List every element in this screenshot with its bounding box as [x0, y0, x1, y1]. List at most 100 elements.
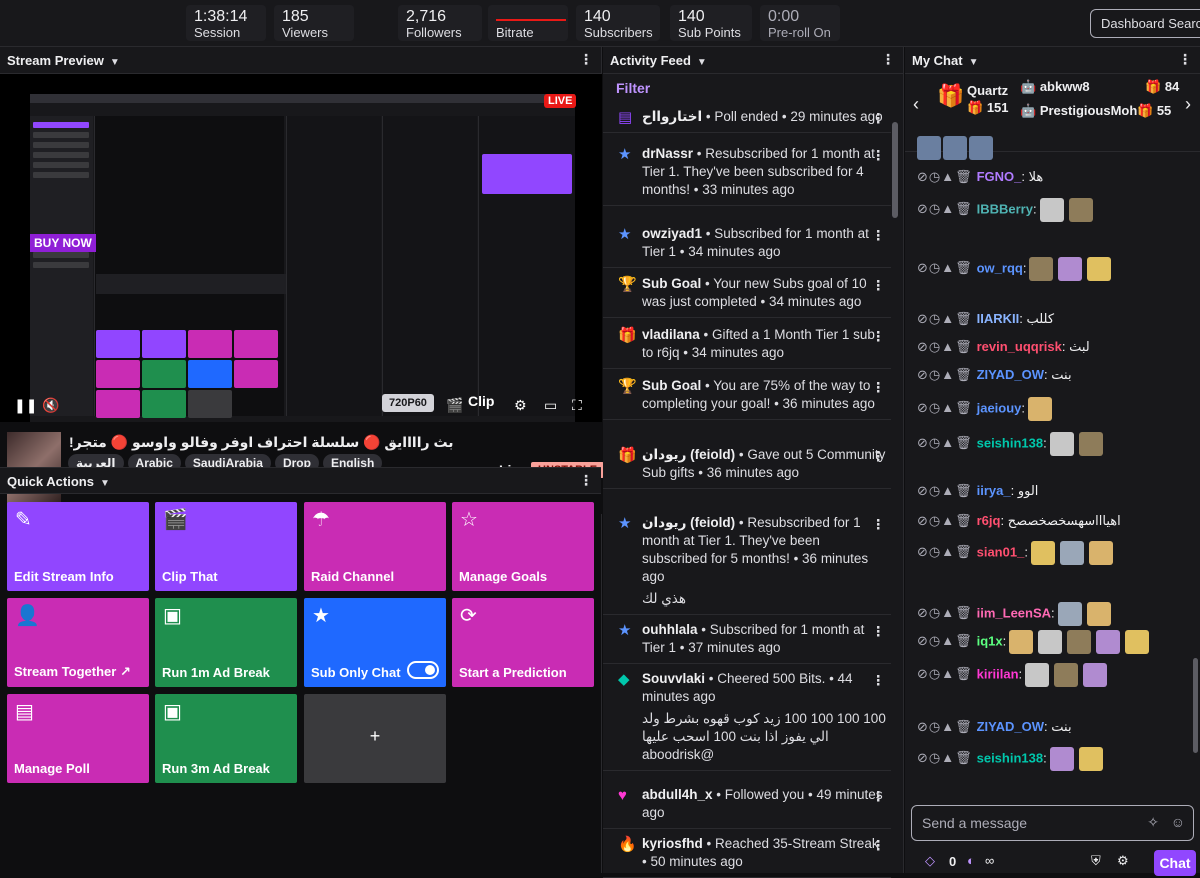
feed-username[interactable]: owziyad1 [642, 226, 702, 241]
chat-username[interactable]: sian01_ [977, 544, 1025, 559]
feed-scrollbar[interactable] [892, 122, 898, 218]
mod-actions-icons[interactable]: ⊘◷▲🗑 [917, 719, 973, 734]
mod-actions-icons[interactable]: ⊘◷▲🗑 [917, 169, 973, 184]
mod-actions-icons[interactable]: ⊘◷▲🗑 [917, 311, 973, 326]
filter-button[interactable]: Filter [616, 80, 650, 96]
settings-gear-icon[interactable]: ⚙ [514, 397, 527, 414]
more-options-icon[interactable]: ⋮ [872, 672, 886, 690]
fullscreen-icon[interactable]: ⛶ [572, 397, 582, 414]
manage-goals-button[interactable]: ☆ Manage Goals [452, 502, 594, 591]
feed-username[interactable]: drNassr [642, 146, 693, 161]
cast-icon[interactable]: ▭ [544, 397, 557, 414]
chat-username[interactable]: IBBBerry [977, 201, 1033, 216]
chat-message[interactable]: ⊘◷▲🗑 IBBBerry: [917, 198, 1095, 222]
feed-username[interactable]: abdull4h_x [642, 787, 713, 802]
resolution-badge[interactable]: 720P60 [382, 394, 434, 412]
feed-username[interactable]: ouhhlala [642, 622, 698, 637]
more-options-icon[interactable]: ⋮ [872, 788, 886, 806]
add-quick-action-button[interactable]: + [304, 694, 446, 783]
chevron-left-icon[interactable]: ‹ [913, 94, 919, 115]
feed-item[interactable]: 🏆 Sub Goal • You are 75% of the way to co… [603, 371, 891, 420]
chat-message[interactable]: ⊘◷▲🗑 r6jq: اهياااسهسخصخصصح [917, 513, 1121, 529]
emote-picker-icon[interactable]: ☺ [1171, 814, 1185, 830]
chat-message[interactable]: ⊘◷▲🗑 ow_rqq: [917, 257, 1113, 281]
more-options-icon[interactable]: ⋮ [872, 837, 886, 855]
mod-actions-icons[interactable]: ⊘◷▲🗑 [917, 544, 973, 559]
more-options-icon[interactable]: ⋮ [872, 328, 886, 346]
chevron-down-icon[interactable]: ▼ [697, 57, 707, 68]
sub-only-toggle[interactable] [407, 661, 439, 679]
chat-username[interactable]: seishin138 [977, 435, 1044, 450]
mod-actions-icons[interactable]: ⊘◷▲🗑 [917, 201, 973, 216]
mod-actions-icons[interactable]: ⊘◷▲🗑 [917, 367, 973, 382]
more-options-icon[interactable]: ⋮ [579, 472, 593, 489]
more-options-icon[interactable]: ⋮ [872, 379, 886, 397]
chat-message[interactable]: ⊘◷▲🗑 revin_uqqrisk: لبث [917, 339, 1090, 355]
mod-actions-icons[interactable]: ⊘◷▲🗑 [917, 666, 973, 681]
chat-username[interactable]: seishin138 [977, 750, 1044, 765]
chat-username[interactable]: iq1x [977, 633, 1003, 648]
more-options-icon[interactable]: ⋮ [872, 277, 886, 295]
chat-message[interactable]: ⊘◷▲🗑 seishin138: [917, 432, 1105, 456]
more-options-icon[interactable]: ⋮ [872, 110, 886, 128]
clip-that-button[interactable]: 🎬 Clip That [155, 502, 297, 591]
chat-message[interactable]: ⊘◷▲🗑 seishin138: [917, 747, 1105, 771]
more-options-icon[interactable]: ⋮ [872, 227, 886, 245]
clip-button[interactable]: Clip [468, 393, 494, 409]
shield-icon[interactable]: ⛨ [1091, 853, 1101, 869]
feed-item[interactable]: ★ ouhhlala • Subscribed for 1 month at Ti… [603, 615, 891, 664]
more-options-icon[interactable]: ⋮ [881, 51, 895, 68]
mod-actions-icons[interactable]: ⊘◷▲🗑 [917, 260, 973, 275]
channel-points-icon[interactable]: ◐ [967, 853, 975, 868]
feed-username[interactable]: vladilana [642, 327, 700, 342]
chat-input[interactable]: Send a message ✧ ☺ [911, 805, 1194, 841]
mod-actions-icons[interactable]: ⊘◷▲🗑 [917, 513, 973, 528]
raid-channel-button[interactable]: ☂ Raid Channel [304, 502, 446, 591]
chat-message[interactable]: ⊘◷▲🗑 iirya_: الوو [917, 483, 1038, 499]
chat-send-button[interactable]: Chat [1154, 850, 1196, 876]
feed-item[interactable]: 🎁 ريودان (feiold) • Gave out 5 Community … [603, 440, 891, 489]
chat-username[interactable]: ZIYAD_OW [977, 367, 1044, 382]
chat-message[interactable]: ⊘◷▲🗑 IIARKII: كللب [917, 311, 1054, 327]
feed-username[interactable]: Sub Goal [642, 276, 701, 291]
gifter-1[interactable]: Quartz [967, 83, 1008, 98]
gifter-3[interactable]: 🤖 PrestigiousMoh [1020, 103, 1137, 119]
chat-username[interactable]: ow_rqq [977, 260, 1023, 275]
run-1m-ad-button[interactable]: ▣ Run 1m Ad Break [155, 598, 297, 687]
feed-item[interactable]: ★ ريودان (feiold) • Resubscribed for 1 mo… [603, 508, 891, 615]
feed-username[interactable]: اختاروااح [642, 109, 702, 124]
chevron-down-icon[interactable]: ▼ [969, 57, 979, 68]
chat-message[interactable]: ⊘◷▲🗑 iim_LeenSA: [917, 602, 1113, 626]
feed-item[interactable]: ★ owziyad1 • Subscribed for 1 month at Ti… [603, 219, 891, 268]
start-prediction-button[interactable]: ⟳ Start a Prediction [452, 598, 594, 687]
more-options-icon[interactable]: ⋮ [872, 448, 886, 466]
feed-username[interactable]: Souvvlaki [642, 671, 705, 686]
feed-item[interactable]: ♥ abdull4h_x • Followed you • 49 minutes … [603, 780, 891, 829]
chat-username[interactable]: r6jq [977, 513, 1001, 528]
feed-item[interactable]: ◆ Souvvlaki • Cheered 500 Bits. • 44 minu… [603, 664, 891, 771]
chevron-down-icon[interactable]: ▼ [100, 478, 110, 489]
chat-username[interactable]: kiriilan [977, 666, 1019, 681]
feed-item[interactable]: 🎁 vladilana • Gifted a 1 Month Tier 1 sub… [603, 320, 891, 369]
mod-actions-icons[interactable]: ⊘◷▲🗑 [917, 400, 973, 415]
chat-message[interactable]: ⊘◷▲🗑 sian01_: [917, 541, 1115, 565]
mod-actions-icons[interactable]: ⊘◷▲🗑 [917, 339, 973, 354]
mute-icon[interactable]: 🔇 [42, 397, 59, 414]
mod-actions-icons[interactable]: ⊘◷▲🗑 [917, 633, 973, 648]
bits-icon[interactable]: ◇ [925, 853, 935, 869]
chat-username[interactable]: jaeiouy [977, 400, 1022, 415]
chat-scrollbar[interactable] [1193, 658, 1198, 753]
edit-stream-info-button[interactable]: ✎ Edit Stream Info [7, 502, 149, 591]
mod-actions-icons[interactable]: ⊘◷▲🗑 [917, 435, 973, 450]
gifter-2[interactable]: 🤖 abkww8 [1020, 79, 1090, 95]
more-options-icon[interactable]: ⋮ [872, 147, 886, 165]
mod-actions-icons[interactable]: ⊘◷▲🗑 [917, 483, 973, 498]
chat-username[interactable]: FGNO_ [977, 169, 1022, 184]
clip-icon[interactable]: 🎬 [446, 397, 463, 414]
feed-username[interactable]: kyriosfhd [642, 836, 703, 851]
chat-message[interactable]: ⊘◷▲🗑 kiriilan: [917, 663, 1109, 687]
video-player[interactable]: BUY NOW LIVE ❚❚ 🔇 720P60 🎬 Clip ⚙ ▭ ⛶ [0, 74, 602, 422]
mod-actions-icons[interactable]: ⊘◷▲🗑 [917, 605, 973, 620]
chat-message[interactable]: ⊘◷▲🗑 ZIYAD_OW: بنت [917, 719, 1072, 735]
chat-settings-gear-icon[interactable]: ⚙ [1117, 853, 1129, 869]
